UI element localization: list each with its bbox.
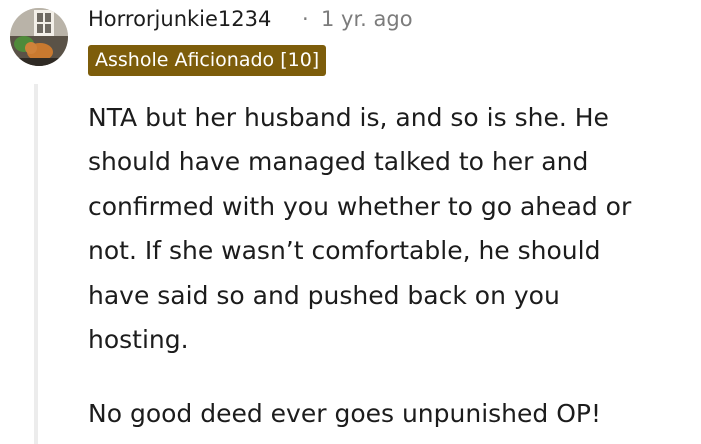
avatar[interactable] [10, 8, 68, 66]
comment-timestamp[interactable]: 1 yr. ago [321, 5, 413, 33]
meta-separator: · [302, 7, 309, 31]
thread-collapse-line[interactable] [34, 84, 38, 444]
comment: Horrorjunkie1234 · 1 yr. ago Asshole Afi… [0, 0, 701, 444]
comment-paragraph: NTA but her husband is, and so is she. H… [88, 103, 632, 355]
avatar-image-icon [10, 8, 68, 66]
user-flair-badge: Asshole Aficionado [10] [88, 45, 327, 76]
comment-paragraph: No good deed ever goes unpunished OP! [88, 399, 602, 429]
comment-body: NTA but her husband is, and so is she. H… [88, 96, 698, 437]
author-username[interactable]: Horrorjunkie1234 [88, 5, 271, 33]
